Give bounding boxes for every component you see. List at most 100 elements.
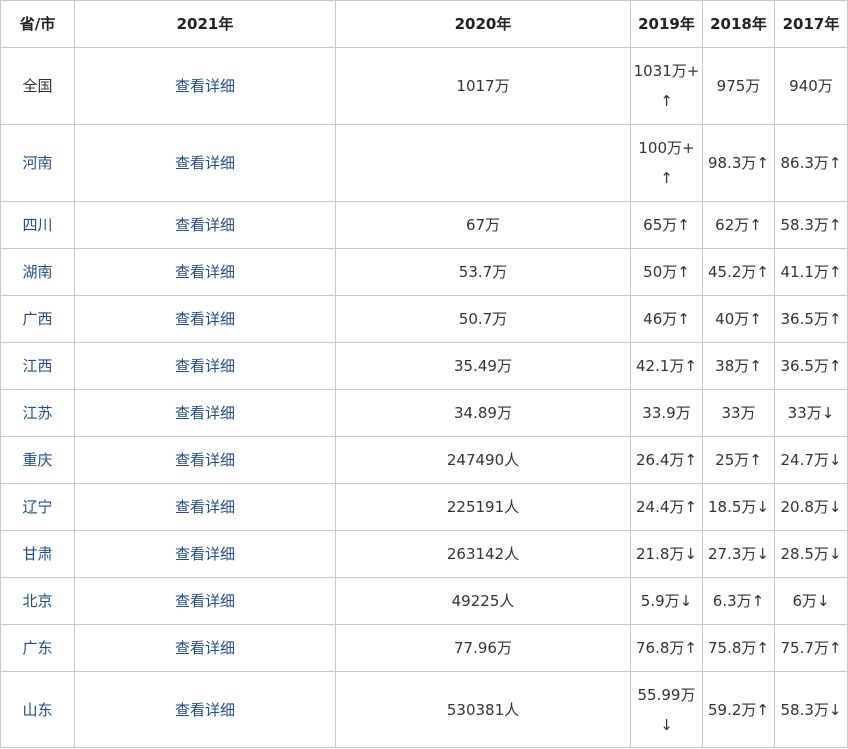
cell-2017: 940万: [774, 47, 848, 125]
cell-region[interactable]: 重庆: [0, 436, 75, 484]
cell-region[interactable]: 江苏: [0, 389, 75, 437]
cell-2019: 33.9万: [630, 389, 703, 437]
cell-2021-detail-link[interactable]: 查看详细: [74, 483, 336, 531]
cell-region[interactable]: 江西: [0, 342, 75, 390]
exam-count-table: 省/市 2021年 2020年 2019年 2018年 2017年 全国 查看详细…: [0, 0, 848, 748]
cell-2020: 34.89万: [335, 389, 631, 437]
cell-region[interactable]: 北京: [0, 577, 75, 625]
cell-2021-detail-link[interactable]: 查看详细: [74, 530, 336, 578]
table-row: 山东 查看详细 530381人 55.99万↓ 59.2万↑ 58.3万↓: [0, 671, 848, 748]
cell-region[interactable]: 广西: [0, 295, 75, 343]
cell-2019: 100万+↑: [630, 124, 703, 202]
cell-2019: 76.8万↑: [630, 624, 703, 672]
cell-2021-detail-link[interactable]: 查看详细: [74, 577, 336, 625]
cell-region[interactable]: 河南: [0, 124, 75, 202]
table-row: 北京 查看详细 49225人 5.9万↓ 6.3万↑ 6万↓: [0, 577, 848, 625]
header-region: 省/市: [0, 0, 75, 48]
cell-2017: 28.5万↓: [774, 530, 848, 578]
cell-2020: 53.7万: [335, 248, 631, 296]
cell-region[interactable]: 甘肃: [0, 530, 75, 578]
cell-2020: 530381人: [335, 671, 631, 748]
cell-2021-detail-link[interactable]: 查看详细: [74, 342, 336, 390]
cell-2017: 86.3万↑: [774, 124, 848, 202]
cell-region[interactable]: 四川: [0, 201, 75, 249]
cell-2017: 6万↓: [774, 577, 848, 625]
cell-2020: 77.96万: [335, 624, 631, 672]
table-row: 辽宁 查看详细 225191人 24.4万↑ 18.5万↓ 20.8万↓: [0, 483, 848, 531]
table-row: 河南 查看详细 100万+↑ 98.3万↑ 86.3万↑: [0, 124, 848, 202]
header-2017: 2017年: [774, 0, 848, 48]
cell-2020: 67万: [335, 201, 631, 249]
cell-region[interactable]: 辽宁: [0, 483, 75, 531]
cell-2020: 35.49万: [335, 342, 631, 390]
cell-2017: 41.1万↑: [774, 248, 848, 296]
cell-2021-detail-link[interactable]: 查看详细: [74, 248, 336, 296]
cell-2018: 33万: [702, 389, 775, 437]
header-row: 省/市 2021年 2020年 2019年 2018年 2017年: [0, 0, 848, 48]
table-row: 湖南 查看详细 53.7万 50万↑ 45.2万↑ 41.1万↑: [0, 248, 848, 296]
cell-2018: 62万↑: [702, 201, 775, 249]
cell-region[interactable]: 山东: [0, 671, 75, 748]
cell-2017: 75.7万↑: [774, 624, 848, 672]
cell-2021-detail-link[interactable]: 查看详细: [74, 47, 336, 125]
cell-2019: 42.1万↑: [630, 342, 703, 390]
cell-2019: 50万↑: [630, 248, 703, 296]
cell-2020: 225191人: [335, 483, 631, 531]
cell-2018: 59.2万↑: [702, 671, 775, 748]
header-2020: 2020年: [335, 0, 631, 48]
cell-2019: 5.9万↓: [630, 577, 703, 625]
cell-2021-detail-link[interactable]: 查看详细: [74, 624, 336, 672]
cell-2019: 1031万+↑: [630, 47, 703, 125]
cell-2018: 27.3万↓: [702, 530, 775, 578]
cell-2020: 263142人: [335, 530, 631, 578]
cell-2017: 58.3万↑: [774, 201, 848, 249]
cell-region: 全国: [0, 47, 75, 125]
cell-2021-detail-link[interactable]: 查看详细: [74, 436, 336, 484]
cell-2021-detail-link[interactable]: 查看详细: [74, 201, 336, 249]
cell-2019: 21.8万↓: [630, 530, 703, 578]
cell-2019: 26.4万↑: [630, 436, 703, 484]
cell-2018: 975万: [702, 47, 775, 125]
cell-2020: 49225人: [335, 577, 631, 625]
cell-2019: 55.99万↓: [630, 671, 703, 748]
cell-2020: 247490人: [335, 436, 631, 484]
cell-2017: 36.5万↑: [774, 342, 848, 390]
cell-region[interactable]: 广东: [0, 624, 75, 672]
cell-2017: 24.7万↓: [774, 436, 848, 484]
cell-2019: 65万↑: [630, 201, 703, 249]
cell-2021-detail-link[interactable]: 查看详细: [74, 295, 336, 343]
table-row: 全国 查看详细 1017万 1031万+↑ 975万 940万: [0, 47, 848, 125]
cell-2017: 36.5万↑: [774, 295, 848, 343]
table-row: 甘肃 查看详细 263142人 21.8万↓ 27.3万↓ 28.5万↓: [0, 530, 848, 578]
cell-2018: 75.8万↑: [702, 624, 775, 672]
cell-2018: 38万↑: [702, 342, 775, 390]
table-row: 四川 查看详细 67万 65万↑ 62万↑ 58.3万↑: [0, 201, 848, 249]
cell-2017: 33万↓: [774, 389, 848, 437]
cell-2018: 18.5万↓: [702, 483, 775, 531]
cell-2019: 46万↑: [630, 295, 703, 343]
table-row: 江西 查看详细 35.49万 42.1万↑ 38万↑ 36.5万↑: [0, 342, 848, 390]
cell-2017: 20.8万↓: [774, 483, 848, 531]
table-body: 全国 查看详细 1017万 1031万+↑ 975万 940万 河南 查看详细 100万+↑ 98…: [0, 47, 848, 748]
cell-2020: [335, 124, 631, 202]
cell-2018: 45.2万↑: [702, 248, 775, 296]
cell-2018: 40万↑: [702, 295, 775, 343]
cell-2019: 24.4万↑: [630, 483, 703, 531]
cell-2020: 1017万: [335, 47, 631, 125]
cell-2021-detail-link[interactable]: 查看详细: [74, 389, 336, 437]
cell-2021-detail-link[interactable]: 查看详细: [74, 671, 336, 748]
header-2018: 2018年: [702, 0, 775, 48]
cell-2020: 50.7万: [335, 295, 631, 343]
cell-2018: 98.3万↑: [702, 124, 775, 202]
header-2019: 2019年: [630, 0, 703, 48]
cell-2017: 58.3万↓: [774, 671, 848, 748]
table-row: 江苏 查看详细 34.89万 33.9万 33万 33万↓: [0, 389, 848, 437]
header-2021: 2021年: [74, 0, 336, 48]
cell-2018: 6.3万↑: [702, 577, 775, 625]
cell-2018: 25万↑: [702, 436, 775, 484]
cell-region[interactable]: 湖南: [0, 248, 75, 296]
cell-2021-detail-link[interactable]: 查看详细: [74, 124, 336, 202]
table-row: 广西 查看详细 50.7万 46万↑ 40万↑ 36.5万↑: [0, 295, 848, 343]
table-row: 重庆 查看详细 247490人 26.4万↑ 25万↑ 24.7万↓: [0, 436, 848, 484]
table-row: 广东 查看详细 77.96万 76.8万↑ 75.8万↑ 75.7万↑: [0, 624, 848, 672]
